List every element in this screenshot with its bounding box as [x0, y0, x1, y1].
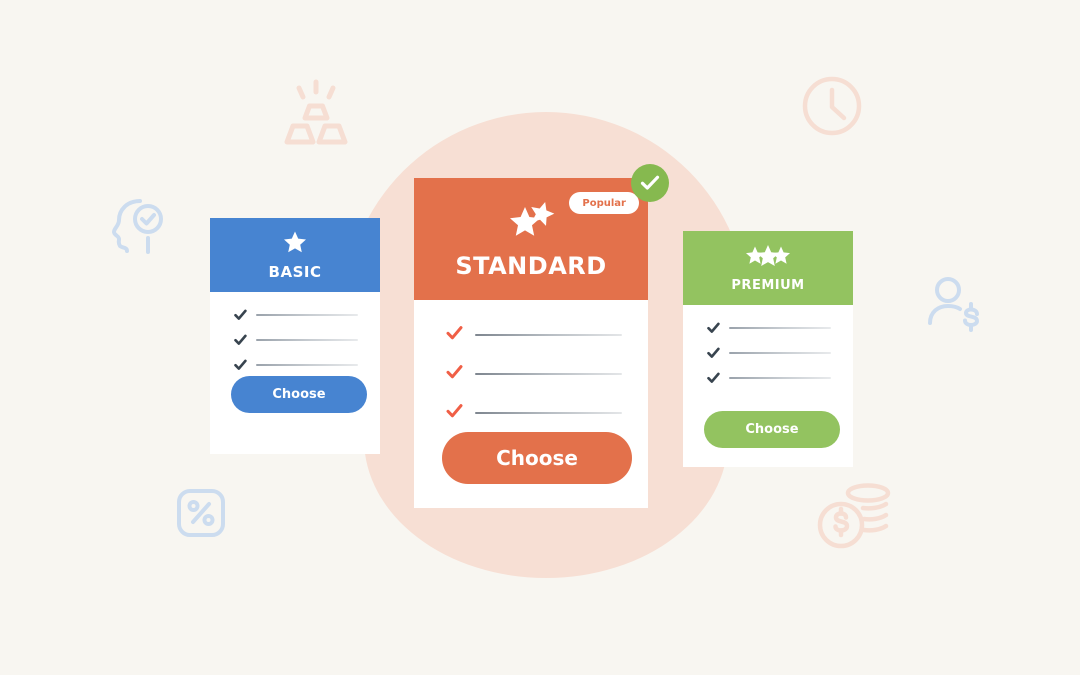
clock-icon	[800, 74, 864, 138]
check-icon	[446, 403, 463, 423]
popular-badge: Popular	[569, 192, 639, 214]
double-star-icon	[505, 200, 557, 244]
user-dollar-icon	[928, 276, 984, 334]
check-icon	[446, 364, 463, 384]
feature-placeholder-line	[729, 352, 831, 354]
feature-item	[707, 347, 831, 359]
plan-title: STANDARD	[455, 252, 607, 280]
feature-placeholder-line	[475, 412, 622, 414]
feature-placeholder-line	[256, 339, 358, 341]
card-header-basic: BASIC	[210, 218, 380, 292]
card-header-premium: PREMIUM	[683, 231, 853, 305]
card-header-standard: Popular STANDARD	[414, 178, 648, 300]
check-icon	[234, 331, 247, 350]
feature-item	[234, 359, 358, 371]
check-icon	[640, 175, 660, 190]
check-icon	[446, 325, 463, 345]
star-icon	[283, 231, 307, 258]
selected-check-badge	[631, 164, 669, 202]
feature-placeholder-line	[729, 327, 831, 329]
check-icon	[234, 356, 247, 375]
feature-item	[446, 403, 622, 423]
feature-placeholder-line	[256, 314, 358, 316]
podium-icon	[278, 78, 354, 150]
feature-item	[234, 334, 358, 346]
feature-placeholder-line	[475, 373, 622, 375]
feature-item	[707, 322, 831, 334]
feature-item	[446, 364, 622, 384]
check-icon	[707, 319, 720, 338]
choose-button-basic[interactable]: Choose	[231, 376, 367, 413]
plan-title: PREMIUM	[731, 278, 805, 293]
pricing-card-standard[interactable]: Popular STANDARD Choose	[414, 178, 648, 508]
feature-list	[414, 325, 648, 423]
percent-badge-icon	[176, 488, 226, 538]
coins-icon	[815, 480, 895, 550]
triple-star-icon	[744, 244, 792, 272]
pricing-card-premium[interactable]: PREMIUM Choose	[683, 231, 853, 467]
feature-list	[683, 322, 853, 384]
plan-title: BASIC	[268, 262, 322, 281]
feature-placeholder-line	[475, 334, 622, 336]
feature-list	[210, 309, 380, 371]
feature-placeholder-line	[256, 364, 358, 366]
pricing-illustration: BASIC Choose Popular STANDARD Choose PRE…	[0, 0, 1080, 675]
check-icon	[707, 344, 720, 363]
feature-item	[707, 372, 831, 384]
choose-button-premium[interactable]: Choose	[704, 411, 840, 448]
feature-item	[446, 325, 622, 345]
check-icon	[707, 369, 720, 388]
head-check-icon	[110, 196, 172, 258]
check-icon	[234, 306, 247, 325]
feature-item	[234, 309, 358, 321]
choose-button-standard[interactable]: Choose	[442, 432, 632, 484]
feature-placeholder-line	[729, 377, 831, 379]
pricing-card-basic[interactable]: BASIC Choose	[210, 218, 380, 454]
